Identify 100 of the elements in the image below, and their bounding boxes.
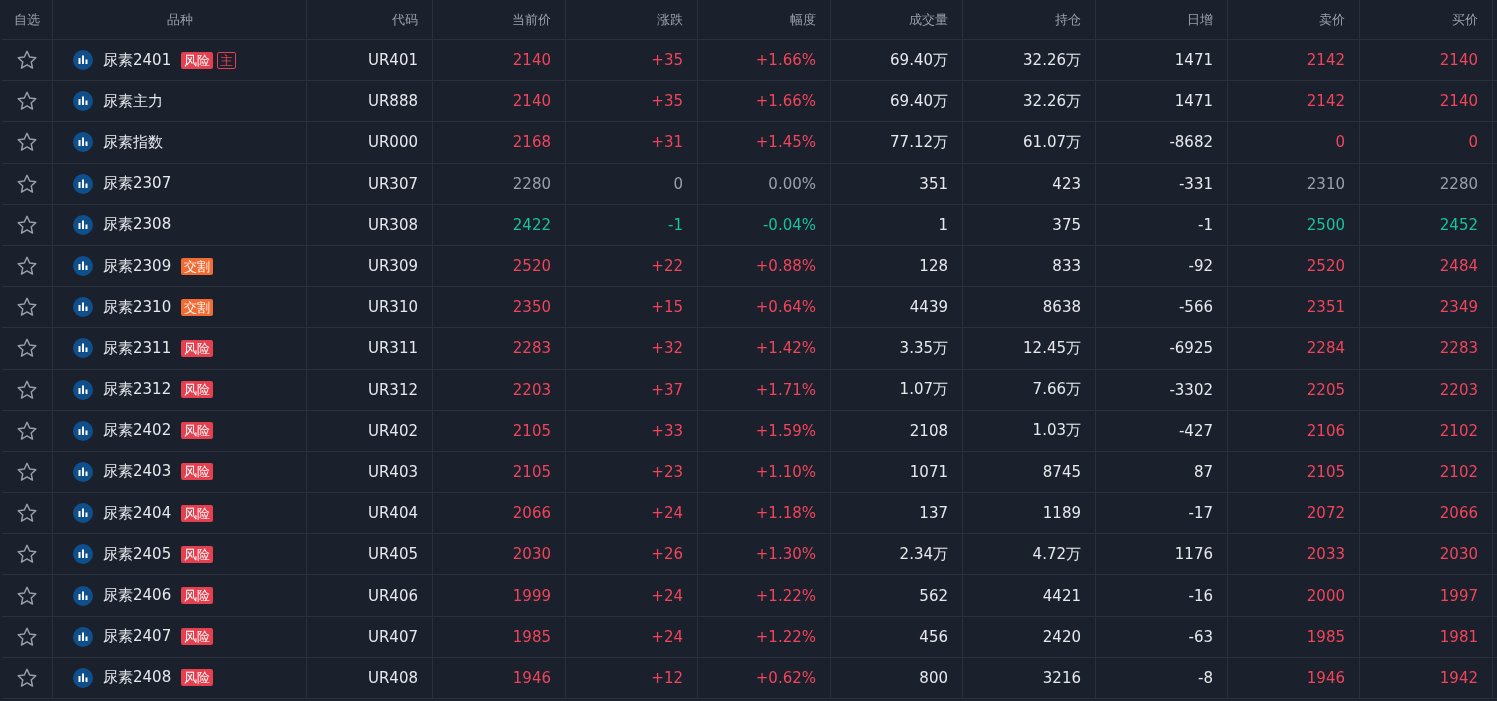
contract-name[interactable]: 尿素2405 bbox=[103, 544, 172, 564]
code-text: UR000 bbox=[367, 133, 418, 152]
star-icon[interactable] bbox=[16, 666, 38, 689]
contract-name[interactable]: 尿素2311 bbox=[103, 338, 172, 358]
bar-chart-icon[interactable] bbox=[73, 173, 93, 194]
star-icon[interactable] bbox=[16, 625, 38, 648]
contract-name[interactable]: 尿素2307 bbox=[103, 174, 172, 194]
contract-name[interactable]: 尿素2408 bbox=[103, 668, 172, 688]
star-icon[interactable] bbox=[16, 255, 38, 278]
column-header[interactable]: 持仓 bbox=[1055, 10, 1081, 29]
volume-text: 1071 bbox=[909, 462, 948, 481]
ask-price-text: 2142 bbox=[1306, 92, 1345, 111]
star-icon[interactable] bbox=[16, 502, 38, 525]
tag: 交割 bbox=[181, 257, 214, 275]
contract-name[interactable]: 尿素2312 bbox=[103, 380, 172, 400]
column-header[interactable]: 卖价 bbox=[1319, 10, 1345, 29]
contract-name[interactable]: 尿素2403 bbox=[103, 462, 172, 482]
contract-name[interactable]: 尿素2401 bbox=[103, 50, 172, 70]
bar-chart-icon[interactable] bbox=[73, 132, 93, 153]
ask-price-text: 2284 bbox=[1306, 339, 1345, 358]
contract-name[interactable]: 尿素2407 bbox=[103, 627, 172, 647]
bar-chart-icon[interactable] bbox=[73, 50, 93, 71]
volume-text: 351 bbox=[919, 174, 948, 193]
contract-name[interactable]: 尿素2402 bbox=[103, 421, 172, 441]
open-interest-text: 7.66万 bbox=[1032, 380, 1081, 400]
contract-name[interactable]: 尿素2404 bbox=[103, 503, 172, 523]
column-header[interactable]: 日增 bbox=[1187, 10, 1213, 29]
star-icon[interactable] bbox=[16, 49, 38, 72]
price-text: 2105 bbox=[512, 421, 551, 440]
bar-chart-icon[interactable] bbox=[73, 420, 93, 441]
open-interest-text: 8638 bbox=[1042, 298, 1081, 317]
open-interest-text: 4421 bbox=[1042, 586, 1081, 605]
column-header[interactable]: 当前价 bbox=[512, 10, 551, 29]
bar-chart-icon[interactable] bbox=[73, 626, 93, 647]
tag: 风险 bbox=[181, 339, 214, 357]
bid-price-text: 2280 bbox=[1439, 174, 1478, 193]
code-text: UR408 bbox=[367, 668, 418, 687]
tag: 风险 bbox=[181, 463, 214, 481]
change-text: +23 bbox=[651, 462, 683, 481]
code-text: UR402 bbox=[367, 421, 418, 440]
daily-change-text: -427 bbox=[1178, 421, 1213, 440]
change-text: +24 bbox=[651, 586, 683, 605]
change-text: +37 bbox=[651, 380, 683, 399]
code-text: UR405 bbox=[367, 545, 418, 564]
change-text: -1 bbox=[668, 215, 683, 234]
bid-price-text: 1981 bbox=[1439, 627, 1478, 646]
column-header[interactable]: 幅度 bbox=[790, 10, 816, 29]
change-text: +12 bbox=[651, 668, 683, 687]
bar-chart-icon[interactable] bbox=[73, 585, 93, 606]
star-icon[interactable] bbox=[16, 543, 38, 566]
ask-price-text: 2351 bbox=[1306, 298, 1345, 317]
star-icon[interactable] bbox=[16, 213, 38, 236]
open-interest-text: 12.45万 bbox=[1023, 338, 1081, 358]
bar-chart-icon[interactable] bbox=[73, 667, 93, 688]
column-header[interactable]: 品种 bbox=[166, 10, 193, 29]
contract-name[interactable]: 尿素2406 bbox=[103, 586, 172, 606]
column-header[interactable]: 成交量 bbox=[909, 10, 948, 29]
bid-price-text: 2140 bbox=[1439, 92, 1478, 111]
daily-change-text: -8682 bbox=[1169, 133, 1213, 152]
star-icon[interactable] bbox=[16, 90, 38, 113]
star-icon[interactable] bbox=[16, 419, 38, 442]
star-icon[interactable] bbox=[16, 172, 38, 195]
column-header[interactable]: 代码 bbox=[392, 10, 418, 29]
contract-name[interactable]: 尿素2309 bbox=[103, 256, 172, 276]
star-icon[interactable] bbox=[16, 460, 38, 483]
bar-chart-icon[interactable] bbox=[73, 503, 93, 524]
star-icon[interactable] bbox=[16, 584, 38, 607]
bid-price-text: 2203 bbox=[1439, 380, 1478, 399]
percent-text: +1.45% bbox=[755, 133, 816, 152]
bar-chart-icon[interactable] bbox=[73, 256, 93, 277]
bid-price-text: 2452 bbox=[1439, 215, 1478, 234]
price-text: 2140 bbox=[512, 51, 551, 70]
change-text: +24 bbox=[651, 504, 683, 523]
ask-price-text: 2500 bbox=[1306, 215, 1345, 234]
percent-text: +0.62% bbox=[755, 668, 816, 687]
bar-chart-icon[interactable] bbox=[73, 297, 93, 318]
open-interest-text: 833 bbox=[1052, 257, 1081, 276]
column-header[interactable]: 买价 bbox=[1452, 10, 1478, 29]
change-text: +35 bbox=[651, 51, 683, 70]
star-icon[interactable] bbox=[16, 337, 38, 360]
daily-change-text: -92 bbox=[1188, 257, 1213, 276]
bar-chart-icon[interactable] bbox=[73, 544, 93, 565]
bar-chart-icon[interactable] bbox=[73, 461, 93, 482]
star-icon[interactable] bbox=[16, 296, 38, 319]
contract-name[interactable]: 尿素指数 bbox=[103, 132, 163, 152]
bar-chart-icon[interactable] bbox=[73, 379, 93, 400]
contract-name[interactable]: 尿素主力 bbox=[103, 91, 163, 111]
star-icon[interactable] bbox=[16, 378, 38, 401]
percent-text: 0.00% bbox=[768, 174, 816, 193]
contract-name[interactable]: 尿素2308 bbox=[103, 215, 172, 235]
bar-chart-icon[interactable] bbox=[73, 91, 93, 112]
volume-text: 1 bbox=[938, 215, 948, 234]
column-header[interactable]: 涨跌 bbox=[657, 10, 683, 29]
column-header[interactable]: 自选 bbox=[14, 10, 40, 29]
bar-chart-icon[interactable] bbox=[73, 338, 93, 359]
contract-name[interactable]: 尿素2310 bbox=[103, 297, 172, 317]
daily-change-text: 1176 bbox=[1174, 545, 1213, 564]
bar-chart-icon[interactable] bbox=[73, 214, 93, 235]
star-icon[interactable] bbox=[16, 131, 38, 154]
percent-text: +1.30% bbox=[755, 545, 816, 564]
